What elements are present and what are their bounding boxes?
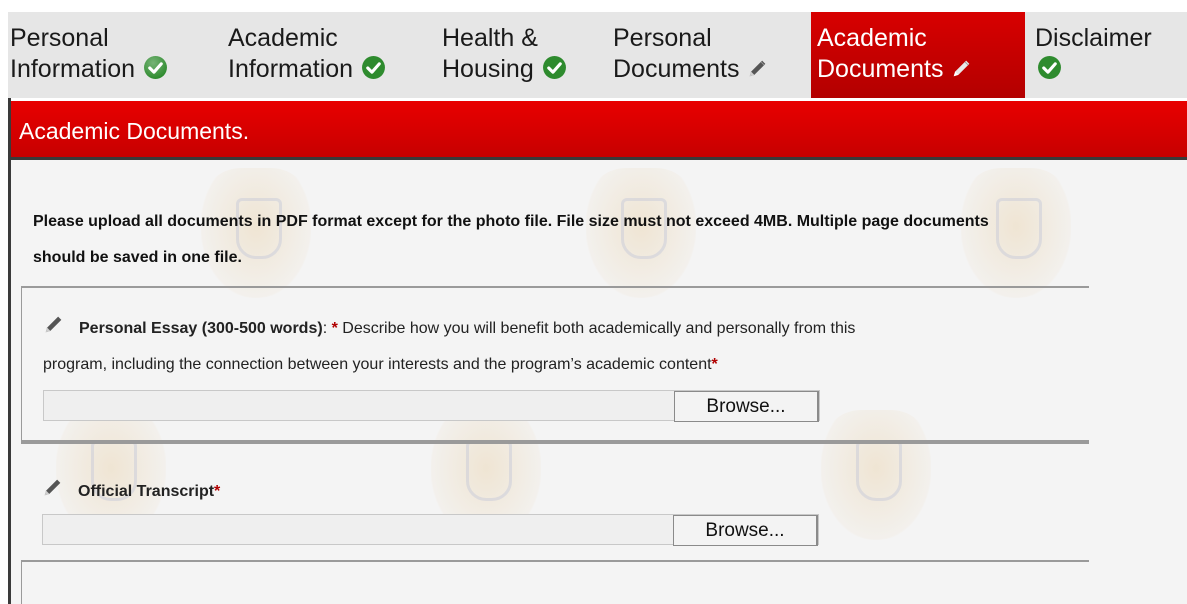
official-transcript-file-input[interactable]: Browse... (42, 514, 819, 546)
check-circle-icon (1038, 56, 1061, 79)
academic-documents-panel: Academic Documents. Please upload all do… (8, 98, 1187, 604)
pencil-icon (750, 60, 766, 77)
official-transcript-section: Official Transcript* Browse... (21, 442, 1089, 560)
instructions-line1: Please upload all documents in PDF forma… (33, 213, 989, 230)
tab-personal-documents[interactable]: Personal Documents (611, 12, 811, 98)
required-asterisk: * (711, 356, 718, 373)
tab-academic-information[interactable]: Academic Information (226, 12, 431, 98)
tab-personal-information[interactable]: Personal Information (8, 12, 213, 98)
tab-line1: Academic (817, 24, 927, 52)
browse-button[interactable]: Browse... (674, 391, 819, 422)
tab-health-housing[interactable]: Health & Housing (440, 12, 600, 98)
tab-line2: Information (228, 55, 354, 83)
pencil-icon (954, 60, 970, 77)
panel-title: Academic Documents. (11, 101, 1187, 160)
tab-line1: Disclaimer (1035, 24, 1152, 52)
tab-line2: Documents (613, 55, 740, 83)
personal-essay-label: Personal Essay (300-500 words): * Descri… (43, 311, 1073, 383)
tab-line2: Documents (817, 55, 944, 83)
pencil-icon (44, 479, 61, 496)
check-circle-icon (362, 56, 386, 79)
title-colon: : (322, 320, 332, 337)
document-title: Official Transcript (78, 483, 215, 500)
official-transcript-label: Official Transcript* (42, 474, 1072, 510)
tab-line2: Housing (442, 55, 534, 83)
tab-line2: Information (10, 55, 136, 83)
description-line1: Describe how you will benefit both acade… (337, 320, 856, 337)
browse-button[interactable]: Browse... (673, 515, 818, 546)
tab-disclaimer[interactable]: Disclaimer (1033, 12, 1183, 98)
instructions-line2: should be saved in one file. (33, 249, 242, 266)
document-title: Personal Essay (300-500 words) (79, 320, 323, 337)
personal-essay-file-input[interactable]: Browse... (43, 390, 820, 422)
tab-academic-documents[interactable]: Academic Documents (811, 12, 1025, 98)
tab-line1: Personal (10, 24, 109, 52)
check-circle-icon (144, 56, 168, 79)
description-line2: program, including the connection betwee… (43, 356, 712, 373)
required-asterisk: * (214, 483, 221, 500)
panel-body: Please upload all documents in PDF forma… (11, 160, 1187, 604)
upload-instructions: Please upload all documents in PDF forma… (33, 204, 1173, 276)
tab-line1: Personal (613, 24, 712, 52)
tab-line1: Health & (442, 24, 538, 52)
check-circle-icon (542, 56, 566, 79)
pencil-icon (45, 316, 62, 333)
next-document-section (21, 560, 1089, 604)
tab-line1: Academic (228, 24, 338, 52)
personal-essay-section: Personal Essay (300-500 words): * Descri… (21, 286, 1089, 442)
wizard-tab-bar: Personal Information Academic Informatio… (8, 12, 1187, 98)
